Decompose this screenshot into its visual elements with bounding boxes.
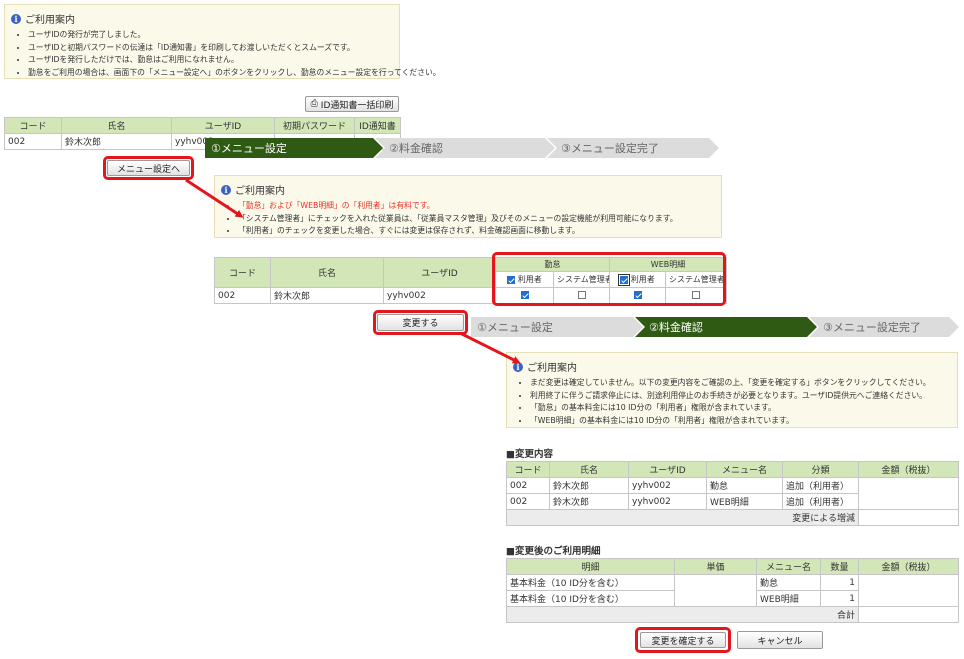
- step-menu-setting: ①メニュー設定: [205, 138, 383, 158]
- table-header-row: 明細 単価 メニュー名 数量 金額（税抜）: [506, 558, 959, 575]
- table-header-row: コード 氏名 ユーザID 初期パスワード ID通知書: [4, 117, 401, 134]
- change-button[interactable]: 変更する: [377, 314, 464, 331]
- highlight-frame: [492, 252, 726, 306]
- details-title: ■変更後のご利用明細: [506, 546, 601, 557]
- step-indicator-2: ①メニュー設定 ②料金確認 ③メニュー設定完了: [471, 317, 961, 337]
- printer-icon: ⎙: [310, 99, 318, 109]
- step-indicator-1: ①メニュー設定 ②料金確認 ③メニュー設定完了: [205, 138, 727, 158]
- info-list: ユーザIDの発行が完了しました。 ユーザIDと初期パスワードの伝達は「ID通知書…: [28, 29, 441, 80]
- info-item: ユーザIDの発行が完了しました。: [28, 29, 393, 42]
- menu-setting-button[interactable]: メニュー設定へ: [107, 160, 190, 176]
- info-icon: i: [221, 184, 231, 195]
- changes-title: ■変更内容: [506, 449, 553, 460]
- info-title: ご利用案内: [25, 15, 75, 26]
- cancel-button[interactable]: キャンセル: [737, 631, 823, 649]
- step-complete: ③メニュー設定完了: [547, 138, 719, 158]
- table-row: 基本料金（10 ID分を含む） 勤怠 1: [506, 574, 959, 607]
- print-id-notice-button[interactable]: ⎙ ID通知書一括印刷: [305, 96, 399, 112]
- info-item: 利用終了に伴うご請求停止には、別途利用停止のお手続きが必要となります。ユーザID…: [530, 390, 951, 403]
- info-list: まだ変更は確定していません。以下の変更内容をご確認の上、「変更を確定する」ボタン…: [530, 377, 951, 427]
- info-item: 「勤怠」の基本料金には10 ID分の「利用者」権限が含まれています。: [530, 402, 951, 415]
- table-row: 002 鈴木次郎 yyhv002 勤怠 追加（利用者）: [506, 477, 959, 510]
- info-item: 勤怠をご利用の場合は、画面下の「メニュー設定へ」のボタンをクリックし、勤怠のメニ…: [28, 67, 441, 80]
- info-item: 「勤怠」および「WEB明細」の「利用者」は有料です。: [238, 200, 715, 213]
- step-fee-check: ②料金確認: [635, 317, 817, 337]
- changes-table: コード 氏名 ユーザID メニュー名 分類 金額（税抜） 002 鈴木次郎 yy…: [506, 461, 959, 526]
- confirm-change-button[interactable]: 変更を確定する: [640, 632, 726, 648]
- step-fee-check: ②料金確認: [375, 138, 555, 158]
- info-box-menu: i ご利用案内 「勤怠」および「WEB明細」の「利用者」は有料です。 「システム管…: [214, 175, 722, 238]
- subtotal-row: 変更による増減: [506, 509, 959, 526]
- info-item: ユーザIDを発行しただけでは、勤怠はご利用になれません。: [28, 54, 393, 67]
- highlight-frame: メニュー設定へ: [103, 156, 194, 180]
- info-box-completion: i ご利用案内 ユーザIDの発行が完了しました。 ユーザIDと初期パスワードの伝達…: [4, 4, 441, 80]
- info-item: 「WEB明細」の基本料金には10 ID分の「利用者」権限が含まれています。: [530, 415, 951, 428]
- highlight-frame: 変更する: [373, 310, 468, 335]
- step-menu-setting: ①メニュー設定: [471, 317, 643, 337]
- info-title: ご利用案内: [527, 363, 577, 374]
- info-list: 「勤怠」および「WEB明細」の「利用者」は有料です。 「システム管理者」にチェッ…: [238, 200, 715, 238]
- step-complete: ③メニュー設定完了: [809, 317, 959, 337]
- total-row: 合計: [506, 606, 959, 623]
- info-title: ご利用案内: [235, 186, 285, 197]
- details-table: 明細 単価 メニュー名 数量 金額（税抜） 基本料金（10 ID分を含む） 勤怠…: [506, 558, 959, 623]
- table-header-row: コード 氏名 ユーザID メニュー名 分類 金額（税抜）: [506, 461, 959, 478]
- highlight-frame: 変更を確定する: [635, 627, 731, 653]
- info-icon: i: [11, 13, 21, 24]
- info-item: 「利用者」のチェックを変更した場合、すぐには変更は保存されず、料金確認画面に移動…: [238, 225, 715, 238]
- info-icon: i: [513, 361, 523, 372]
- info-item: まだ変更は確定していません。以下の変更内容をご確認の上、「変更を確定する」ボタン…: [530, 377, 951, 390]
- info-item: 「システム管理者」にチェックを入れた従業員は、「従業員マスタ管理」及びそのメニュ…: [238, 213, 715, 226]
- info-item: ユーザIDと初期パスワードの伝達は「ID通知書」を印刷してお渡しいただくとスムー…: [28, 42, 393, 55]
- info-box-fee: i ご利用案内 まだ変更は確定していません。以下の変更内容をご確認の上、「変更を確…: [506, 352, 958, 428]
